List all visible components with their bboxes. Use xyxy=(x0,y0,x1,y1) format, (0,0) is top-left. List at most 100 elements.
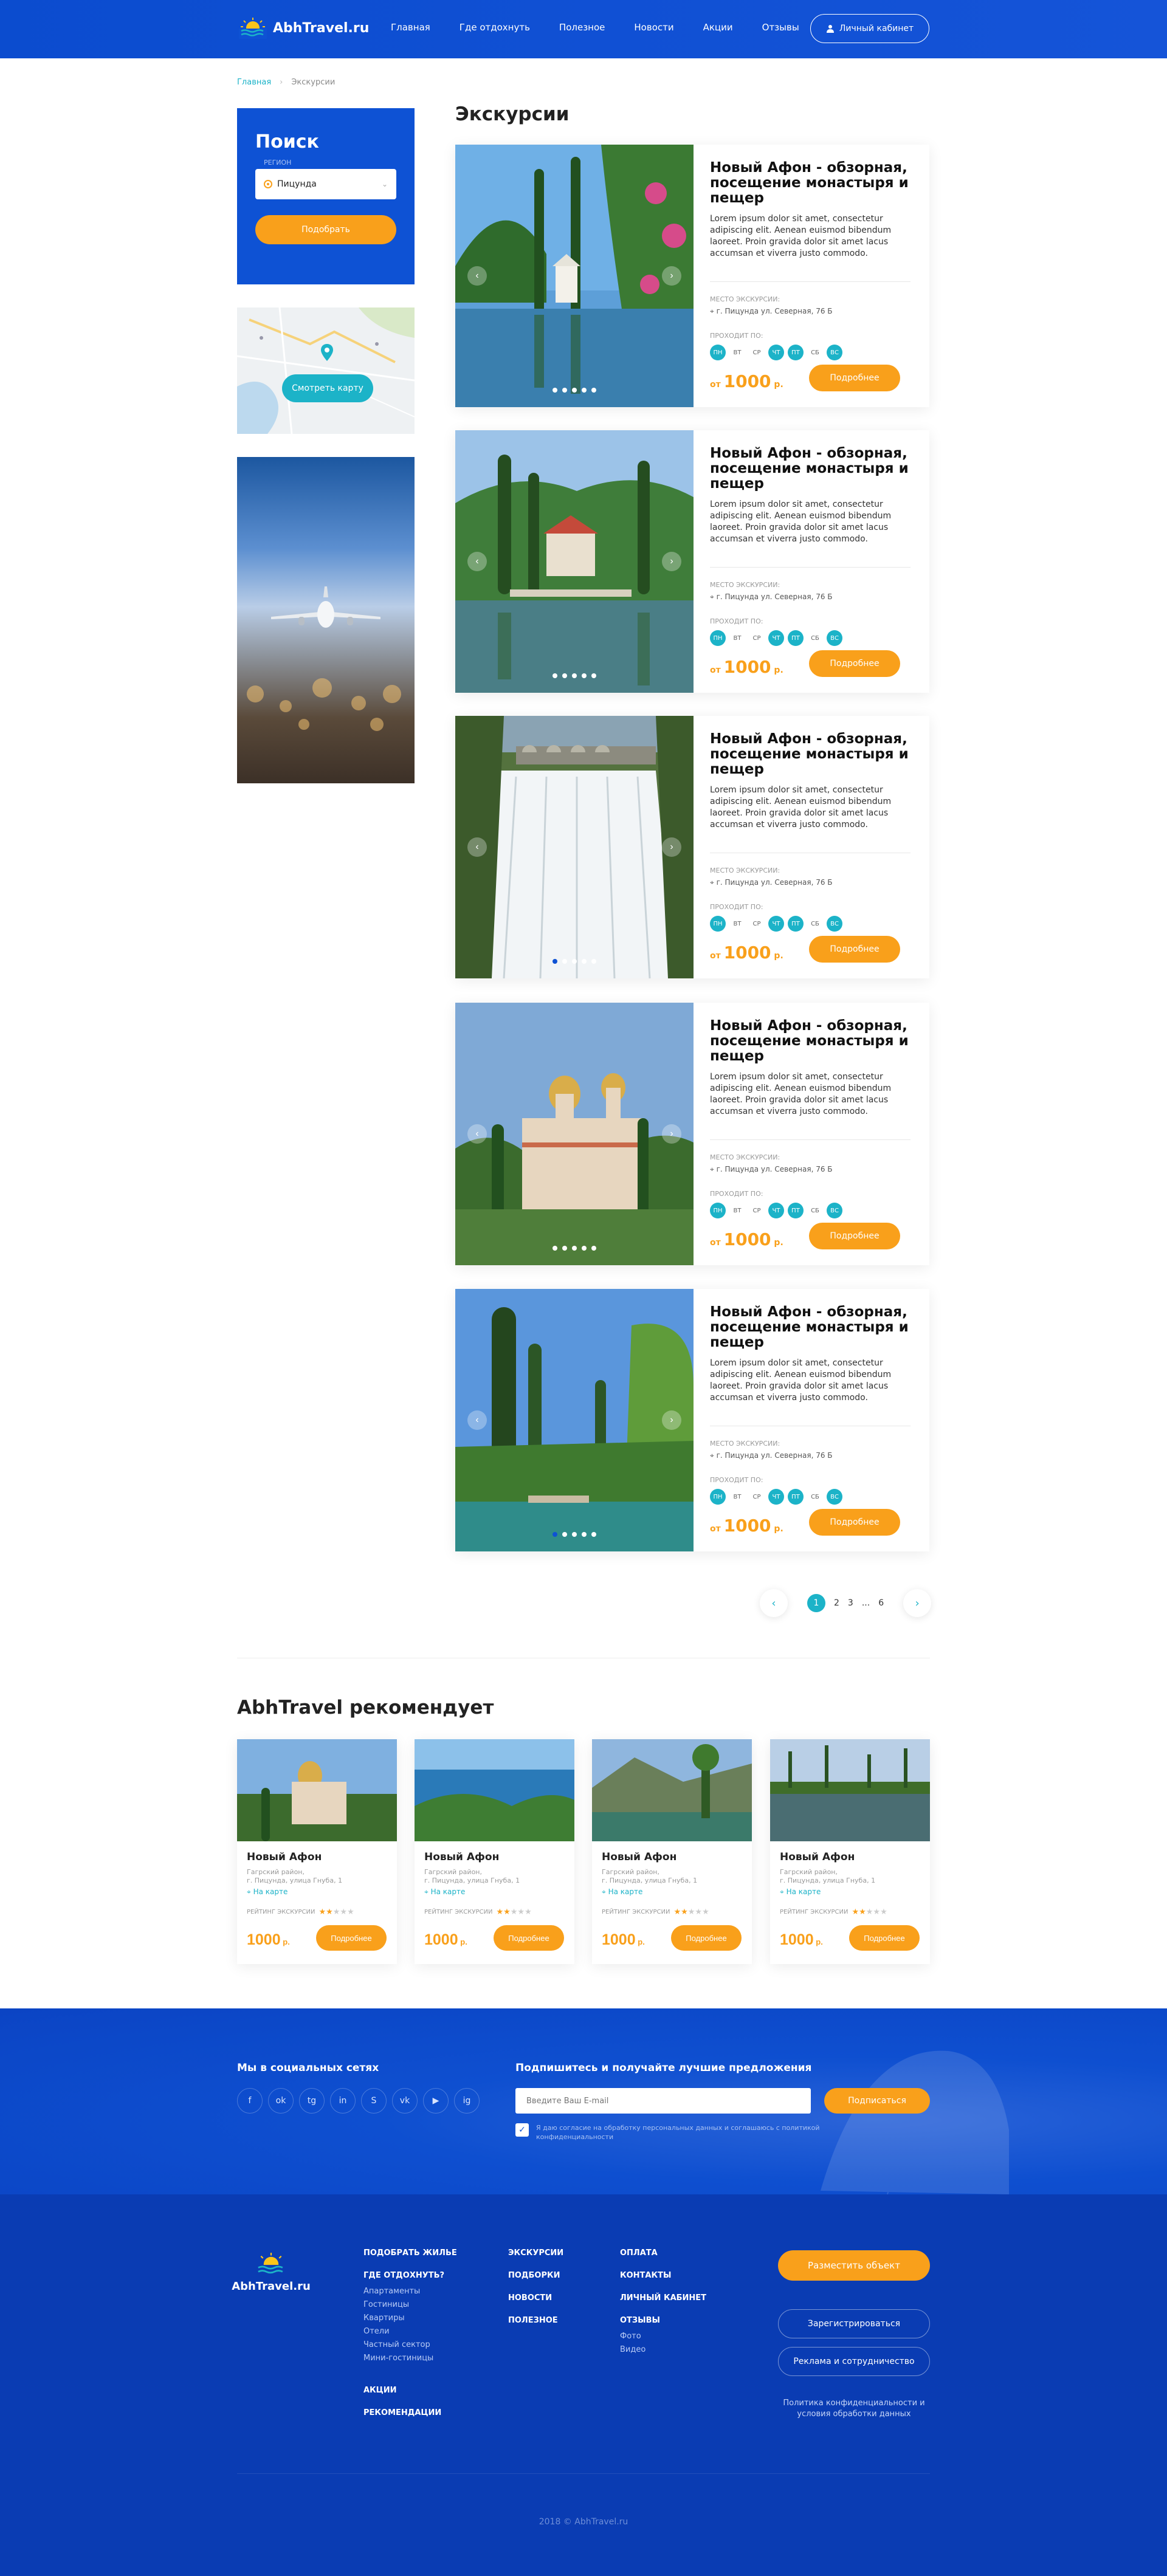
footer-link-guesthouses[interactable]: Гостиницы xyxy=(363,2298,457,2312)
carousel-next-icon[interactable]: › xyxy=(662,837,681,857)
breadcrumb-home[interactable]: Главная xyxy=(237,78,271,87)
footer-link-flats[interactable]: Квартиры xyxy=(363,2312,457,2325)
excursion-title[interactable]: Новый Афон - обзорная, посещение монасты… xyxy=(710,446,911,492)
carousel-prev-icon[interactable]: ‹ xyxy=(467,266,487,286)
linkedin-icon[interactable]: in xyxy=(330,2088,356,2114)
footer-link-hotels[interactable]: Отели xyxy=(363,2325,457,2338)
excursion-image[interactable]: ‹ › xyxy=(455,1289,694,1551)
carousel-dot[interactable] xyxy=(591,388,596,393)
footer-link-mini-hotels[interactable]: Мини-гостиницы xyxy=(363,2352,457,2365)
carousel-dot[interactable] xyxy=(562,1246,567,1251)
prev-page-button[interactable]: ‹ xyxy=(760,1589,788,1617)
carousel-dot[interactable] xyxy=(591,1532,596,1537)
details-button[interactable]: Подробнее xyxy=(809,1223,900,1249)
region-select[interactable]: Пицунда ⌄ xyxy=(255,169,396,199)
carousel-dot[interactable] xyxy=(591,959,596,964)
promo-banner[interactable] xyxy=(237,457,415,783)
details-button[interactable]: Подробнее xyxy=(809,1509,900,1536)
nav-reviews[interactable]: Отзывы xyxy=(762,22,799,33)
footer-link-payment[interactable]: ОПЛАТА xyxy=(620,2248,706,2258)
details-button[interactable]: Подробнее xyxy=(809,936,900,963)
ads-button[interactable]: Реклама и сотрудничество xyxy=(778,2347,930,2376)
footer-link-excursions[interactable]: ЭКСКУРСИИ xyxy=(508,2248,563,2258)
nav-useful[interactable]: Полезное xyxy=(559,22,605,33)
search-submit-button[interactable]: Подобрать xyxy=(255,215,396,244)
recommend-name[interactable]: Новый Афон xyxy=(602,1851,742,1863)
register-button[interactable]: Зарегистрироваться xyxy=(778,2309,930,2338)
place-object-button[interactable]: Разместить объект xyxy=(778,2250,930,2281)
excursion-title[interactable]: Новый Афон - обзорная, посещение монасты… xyxy=(710,1018,911,1064)
map-preview[interactable]: Смотреть карту xyxy=(237,307,415,434)
odnoklassniki-icon[interactable]: ok xyxy=(268,2088,294,2114)
subscribe-button[interactable]: Подписаться xyxy=(824,2088,930,2114)
carousel-dot[interactable] xyxy=(582,673,587,678)
excursion-image[interactable]: ‹ › xyxy=(455,1003,694,1265)
carousel-dot[interactable] xyxy=(553,1532,557,1537)
cabinet-button[interactable]: Личный кабинет xyxy=(810,14,929,43)
details-button[interactable]: Подробнее xyxy=(809,650,900,677)
footer-link-collections[interactable]: ПОДБОРКИ xyxy=(508,2271,563,2280)
recommend-details-button[interactable]: Подробнее xyxy=(849,1925,920,1951)
footer-link-useful[interactable]: ПОЛЕЗНОЕ xyxy=(508,2316,563,2325)
recommend-name[interactable]: Новый Афон xyxy=(780,1851,920,1863)
excursion-title[interactable]: Новый Афон - обзорная, посещение монасты… xyxy=(710,1305,911,1350)
carousel-dot[interactable] xyxy=(582,388,587,393)
facebook-icon[interactable]: f xyxy=(237,2088,263,2114)
footer-link-promo[interactable]: АКЦИИ xyxy=(363,2386,457,2395)
carousel-dot[interactable] xyxy=(591,1246,596,1251)
vk-icon[interactable]: vk xyxy=(392,2088,418,2114)
carousel-dot[interactable] xyxy=(591,673,596,678)
recommend-name[interactable]: Новый Афон xyxy=(424,1851,565,1863)
email-input[interactable] xyxy=(515,2088,811,2114)
page-2[interactable]: 2 xyxy=(834,1598,839,1608)
excursion-title[interactable]: Новый Афон - обзорная, посещение монасты… xyxy=(710,160,911,206)
carousel-next-icon[interactable]: › xyxy=(662,1410,681,1430)
footer-link-reviews[interactable]: ОТЗЫВЫ xyxy=(620,2316,706,2325)
view-map-button[interactable]: Смотреть карту xyxy=(282,374,373,402)
excursion-image[interactable]: ‹ › xyxy=(455,430,694,693)
consent-checkbox[interactable]: ✓ xyxy=(515,2123,529,2137)
footer-link-photo[interactable]: Фото xyxy=(620,2330,706,2343)
footer-link-apartments[interactable]: Апартаменты xyxy=(363,2285,457,2298)
on-map-link[interactable]: ⌖ На карте xyxy=(602,1887,742,1897)
footer-link-find-housing[interactable]: ПОДОБРАТЬ ЖИЛЬЕ xyxy=(363,2248,457,2258)
carousel-prev-icon[interactable]: ‹ xyxy=(467,1124,487,1144)
recommend-details-button[interactable]: Подробнее xyxy=(316,1925,387,1951)
footer-link-contacts[interactable]: КОНТАКТЫ xyxy=(620,2271,706,2280)
carousel-next-icon[interactable]: › xyxy=(662,552,681,571)
carousel-dot[interactable] xyxy=(562,388,567,393)
page-3[interactable]: 3 xyxy=(848,1598,853,1608)
next-page-button[interactable]: › xyxy=(903,1589,931,1617)
carousel-dot[interactable] xyxy=(572,959,577,964)
nav-news[interactable]: Новости xyxy=(634,22,673,33)
on-map-link[interactable]: ⌖ На карте xyxy=(247,1887,387,1897)
carousel-next-icon[interactable]: › xyxy=(662,1124,681,1144)
recommend-image[interactable] xyxy=(592,1739,752,1841)
carousel-dot[interactable] xyxy=(553,673,557,678)
carousel-prev-icon[interactable]: ‹ xyxy=(467,1410,487,1430)
carousel-dot[interactable] xyxy=(562,673,567,678)
carousel-dot[interactable] xyxy=(582,1532,587,1537)
nav-promo[interactable]: Акции xyxy=(703,22,733,33)
privacy-link[interactable]: Политика конфиденциальности и условия об… xyxy=(778,2398,930,2420)
nav-home[interactable]: Главная xyxy=(391,22,430,33)
instagram-icon[interactable]: ig xyxy=(454,2088,480,2114)
carousel-dot[interactable] xyxy=(562,959,567,964)
recommend-image[interactable] xyxy=(237,1739,397,1841)
carousel-dot[interactable] xyxy=(572,1246,577,1251)
recommend-details-button[interactable]: Подробнее xyxy=(671,1925,742,1951)
excursion-title[interactable]: Новый Афон - обзорная, посещение монасты… xyxy=(710,732,911,777)
recommend-image[interactable] xyxy=(770,1739,930,1841)
carousel-dot[interactable] xyxy=(582,959,587,964)
nav-where[interactable]: Где отдохнуть xyxy=(460,22,530,33)
telegram-icon[interactable]: tg xyxy=(299,2088,325,2114)
page-1[interactable]: 1 xyxy=(807,1594,825,1612)
footer-logo[interactable]: AbhTravel.ru xyxy=(232,2252,311,2293)
recommend-name[interactable]: Новый Афон xyxy=(247,1851,387,1863)
carousel-next-icon[interactable]: › xyxy=(662,266,681,286)
on-map-link[interactable]: ⌖ На карте xyxy=(424,1887,565,1897)
footer-link-where[interactable]: ГДЕ ОТДОХНУТЬ? xyxy=(363,2271,457,2280)
carousel-dot[interactable] xyxy=(553,1246,557,1251)
carousel-dot[interactable] xyxy=(572,673,577,678)
footer-link-cabinet[interactable]: ЛИЧНЫЙ КАБИНЕТ xyxy=(620,2293,706,2303)
